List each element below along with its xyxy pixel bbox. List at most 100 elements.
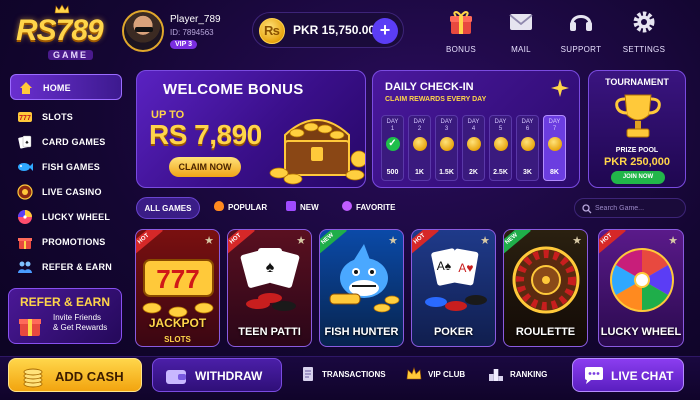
brand-logo[interactable]: RS789 GAME [8, 4, 114, 62]
welcome-amount: RS 7,890 [149, 119, 262, 150]
checkin-day[interactable]: DAY 3 1.5K [435, 115, 458, 181]
checkin-day[interactable]: DAY 7 8K [543, 115, 566, 181]
nav-bonus-label: BONUS [446, 45, 476, 54]
refer-desc: Invite Friends & Get Rewards [53, 313, 108, 332]
sidebar-item-lucky-wheel[interactable]: LUCKY WHEEL [10, 204, 122, 230]
sidebar-item-label: LIVE CASINO [42, 187, 102, 197]
search-icon [582, 204, 592, 214]
checkin-day[interactable]: DAY 5 2.5K [489, 115, 512, 181]
check-icon: ✓ [385, 137, 400, 151]
search-bar[interactable] [574, 198, 686, 218]
checkin-day[interactable]: DAY 4 2K [462, 115, 485, 181]
gift-icon [19, 319, 41, 336]
sidebar-item-refer-earn[interactable]: REFER & EARN [10, 254, 122, 280]
sidebar-item-slots[interactable]: 777 SLOTS [10, 104, 122, 130]
day-reward: 500 [386, 169, 399, 176]
sidebar-item-label: FISH GAMES [42, 162, 101, 172]
game-card-fish-hunter[interactable]: NEW ★ FISH HUNTER [319, 229, 404, 347]
sidebar-item-home[interactable]: HOME [10, 74, 122, 100]
live-chat-label: LIVE CHAT [611, 369, 674, 383]
sidebar-item-fish-games[interactable]: FISH GAMES [10, 154, 122, 180]
nav-transactions-label: TRANSACTIONS [322, 370, 386, 379]
crown-icon [406, 367, 422, 380]
trophy-icon [615, 94, 661, 138]
claim-now-button[interactable]: CLAIM NOW [169, 157, 241, 177]
gift-icon [450, 11, 472, 34]
add-cash-label: ADD CASH [55, 369, 124, 384]
slot-777-icon: 777 [18, 112, 32, 122]
filter-favorite[interactable]: FAVORITE [340, 197, 410, 219]
nav-ranking[interactable]: RANKING [488, 366, 560, 384]
nav-support[interactable]: SUPPORT [552, 8, 610, 56]
game-card-teen-patti[interactable]: HOT ★ ♠ TEEN PATTI [227, 229, 312, 347]
player-profile[interactable]: Player_789 ID: 7894563 VIP 3 [122, 10, 240, 52]
nav-transactions[interactable]: TRANSACTIONS [300, 366, 392, 384]
prize-pool-label: PRIZE POOL [615, 147, 659, 154]
chat-bubble-icon [585, 367, 603, 384]
crown-icon [54, 4, 70, 14]
brand-name: RS789 [16, 14, 104, 47]
game-card-jackpot-slots[interactable]: HOT ★ 777 JACKPOT SLOTS [135, 229, 220, 347]
game-name: JACKPOT [148, 316, 207, 330]
game-card-roulette[interactable]: NEW ★ ROULETTE [503, 229, 588, 347]
player-name: Player_789 [170, 14, 221, 25]
coin-icon [439, 137, 454, 151]
mail-icon [509, 14, 533, 30]
poker-cards-art: A♠ A♥ [425, 248, 487, 311]
deposit-plus-button[interactable]: + [372, 18, 398, 44]
refer-earn-card[interactable]: REFER & EARN Invite Friends & Get Reward… [8, 288, 122, 344]
game-subname: SLOTS [164, 335, 191, 344]
lucky-wheel-art [610, 248, 674, 312]
sidebar-item-label: PROMOTIONS [42, 237, 106, 247]
sidebar-item-live-casino[interactable]: LIVE CASINO [10, 179, 122, 205]
roulette-wheel-art [512, 246, 580, 314]
sidebar-item-card-games[interactable]: ♠ CARD GAMES [10, 129, 122, 155]
day-reward: 8K [550, 169, 559, 176]
welcome-bonus-banner[interactable]: WELCOME BONUS UP TO RS 7,890 CLAIM NOW [136, 70, 366, 188]
filter-all-games[interactable]: ALL GAMES [136, 197, 200, 219]
coin-icon [493, 137, 508, 151]
day-reward: 3K [523, 169, 532, 176]
avatar[interactable] [122, 10, 164, 52]
add-cash-button[interactable]: ADD CASH [8, 358, 142, 392]
withdraw-button[interactable]: WITHDRAW [152, 358, 282, 392]
tournament-panel[interactable]: TOURNAMENT PRIZE POOL PKR 250,000 JOIN N… [588, 70, 686, 188]
sidebar-item-label: CARD GAMES [42, 137, 106, 147]
cards-icon: ♠ [18, 135, 32, 149]
join-now-button[interactable]: JOIN NOW [611, 171, 665, 184]
game-card-lucky-wheel[interactable]: HOT ★ LUCKY WHEEL [598, 229, 684, 347]
player-id: ID: 7894563 [170, 28, 214, 37]
coin-stack-icon [547, 137, 562, 151]
vip-badge: VIP 3 [170, 40, 197, 49]
nav-mail[interactable]: MAIL [492, 8, 550, 56]
nav-settings[interactable]: SETTINGS [615, 8, 673, 56]
nav-bonus[interactable]: BONUS [432, 8, 490, 56]
day-reward: 2K [469, 169, 478, 176]
filter-popular[interactable]: POPULAR [210, 197, 280, 219]
game-card-poker[interactable]: HOT ★ A♠ A♥ POKER [411, 229, 496, 347]
brand-sub: GAME [48, 50, 93, 60]
nav-mail-label: MAIL [511, 45, 531, 54]
wheel-icon [18, 210, 32, 224]
home-icon [20, 82, 32, 94]
live-chat-button[interactable]: LIVE CHAT [572, 358, 684, 392]
fish-icon [18, 163, 33, 171]
shark-art [329, 244, 400, 313]
nav-ranking-label: RANKING [510, 370, 548, 379]
search-input[interactable] [595, 201, 681, 215]
roulette-icon [17, 184, 33, 200]
checkin-day[interactable]: DAY 2 1K [408, 115, 431, 181]
svg-text:777: 777 [19, 115, 31, 122]
filter-new[interactable]: NEW [284, 197, 334, 219]
checkin-subtitle: CLAIM REWARDS EVERY DAY [385, 96, 487, 103]
nav-vip-club[interactable]: VIP CLUB [406, 366, 476, 384]
gear-icon [633, 11, 655, 33]
checkin-day[interactable]: DAY 6 3K [516, 115, 539, 181]
rupee-coin-icon: ₨ [259, 18, 285, 44]
users-icon [18, 261, 32, 273]
nav-support-label: SUPPORT [560, 45, 602, 54]
checkin-day[interactable]: DAY 1 ✓ 500 [381, 115, 404, 181]
headset-icon [570, 15, 592, 31]
day-reward: 2.5K [493, 169, 508, 176]
sidebar-item-promotions[interactable]: PROMOTIONS [10, 229, 122, 255]
